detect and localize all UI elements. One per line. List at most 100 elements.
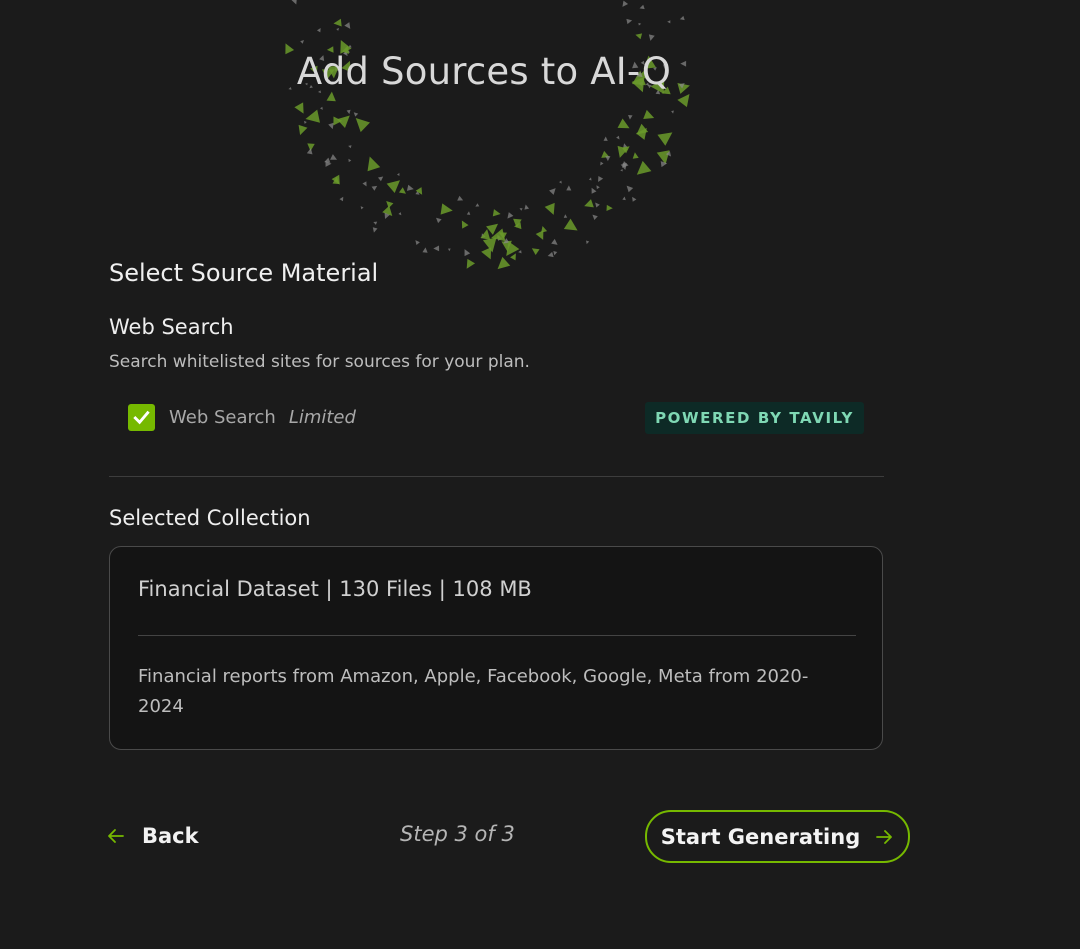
particle	[333, 116, 343, 126]
particle	[316, 28, 321, 33]
particle	[305, 109, 321, 123]
particle	[362, 181, 367, 187]
add-sources-page: Add Sources to AI-Q Select Source Materi…	[0, 0, 1080, 949]
particle	[679, 15, 685, 21]
particle	[447, 248, 451, 252]
particle	[591, 187, 597, 194]
particle	[617, 118, 630, 129]
particle	[348, 145, 352, 149]
particle	[298, 124, 308, 136]
particle	[464, 249, 471, 257]
particle	[638, 22, 642, 26]
particle	[320, 106, 323, 110]
particle	[346, 109, 351, 115]
particle	[628, 114, 633, 120]
web-search-description: Search whitelisted sites for sources for…	[109, 352, 530, 372]
particle	[330, 154, 338, 160]
particle	[667, 20, 671, 24]
particle	[518, 250, 522, 254]
particle	[535, 230, 544, 240]
web-search-checkbox-label: Web Search	[169, 407, 276, 428]
collection-card: Financial Dataset | 130 Files | 108 MB F…	[109, 546, 883, 750]
particle	[433, 245, 440, 252]
particle	[622, 161, 629, 168]
web-search-limited-tag: Limited	[288, 407, 356, 428]
back-label: Back	[142, 824, 199, 848]
particle	[524, 204, 530, 210]
particle	[584, 199, 594, 208]
particle	[333, 18, 342, 27]
particle	[551, 238, 558, 245]
particle	[643, 109, 655, 120]
particle	[507, 212, 514, 219]
particle	[632, 152, 639, 159]
particle	[553, 251, 558, 256]
particle	[547, 251, 554, 258]
particle	[372, 227, 378, 233]
web-search-title: Web Search	[109, 315, 234, 339]
checkmark-icon	[133, 410, 150, 425]
particle	[622, 196, 626, 201]
web-search-option: Web Search Limited	[128, 404, 356, 431]
particle	[481, 247, 492, 260]
particle	[440, 203, 453, 215]
particle	[549, 188, 556, 195]
particle	[592, 214, 598, 220]
particle	[531, 248, 540, 256]
particle	[344, 22, 351, 29]
particle	[492, 209, 501, 217]
particle	[406, 184, 414, 191]
particle	[616, 135, 620, 140]
particle	[588, 177, 592, 181]
particle	[563, 218, 578, 231]
particle	[386, 200, 394, 209]
particle	[360, 206, 364, 210]
arrow-left-icon	[108, 829, 124, 843]
particle	[519, 208, 523, 211]
particle	[595, 202, 600, 208]
start-generating-label: Start Generating	[660, 824, 861, 849]
particle	[586, 240, 590, 245]
particle	[626, 18, 633, 25]
particle	[626, 185, 634, 193]
particle	[605, 156, 611, 162]
particle-ring-graphic	[285, 0, 690, 270]
particle	[559, 180, 562, 184]
particle	[457, 195, 464, 201]
particle	[632, 196, 637, 202]
particle	[601, 150, 610, 158]
particle	[336, 28, 340, 31]
particle	[648, 34, 655, 41]
particle	[396, 172, 400, 176]
particle	[466, 258, 476, 269]
particle	[639, 4, 645, 10]
particle	[596, 185, 600, 190]
particle	[466, 211, 471, 215]
arrow-right-icon	[876, 829, 893, 844]
particle	[657, 132, 673, 146]
particle	[291, 0, 297, 5]
particle	[598, 175, 604, 183]
web-search-checkbox[interactable]	[128, 404, 155, 431]
particle	[566, 185, 572, 191]
particle	[563, 214, 568, 218]
start-generating-button[interactable]: Start Generating	[645, 810, 910, 863]
section-divider	[109, 476, 884, 477]
particle	[606, 204, 613, 211]
particle	[620, 169, 623, 172]
particle	[398, 212, 402, 216]
particle	[348, 158, 352, 163]
powered-by-tavily-badge: POWERED BY TAVILY	[645, 402, 864, 434]
particle	[622, 0, 629, 7]
particle	[603, 136, 608, 141]
particle	[371, 185, 378, 191]
particle	[671, 110, 674, 114]
particle	[475, 203, 480, 207]
back-button[interactable]: Back	[106, 818, 199, 854]
particle	[436, 217, 442, 224]
particle	[377, 176, 384, 182]
card-divider	[138, 635, 856, 636]
particle	[461, 220, 469, 229]
particle	[367, 156, 381, 172]
particle	[398, 187, 406, 194]
